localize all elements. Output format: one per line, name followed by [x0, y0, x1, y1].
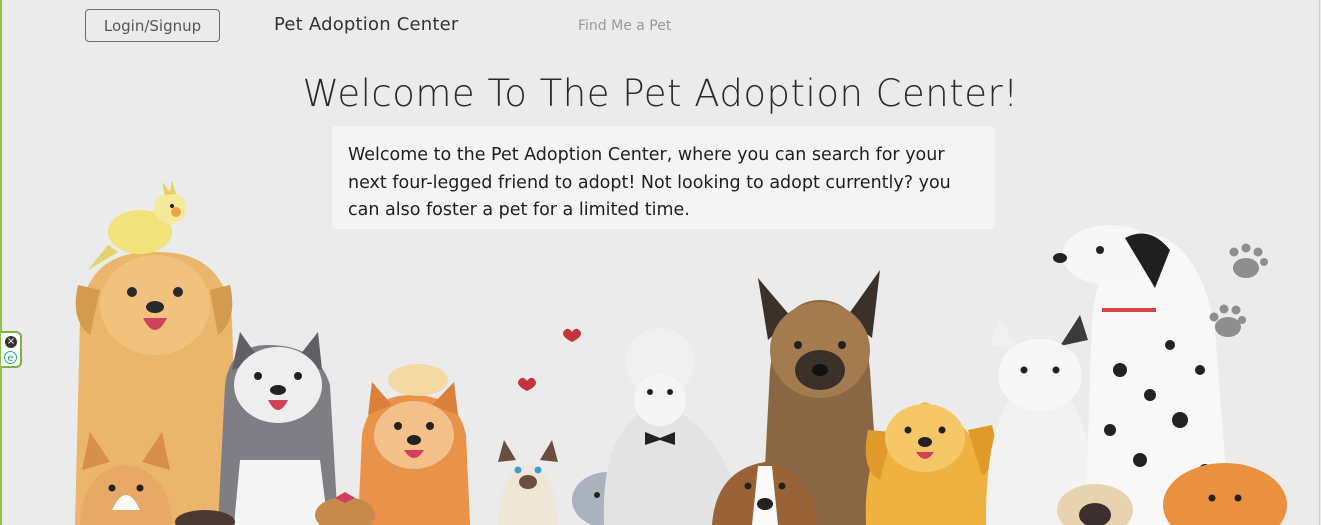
login-signup-button[interactable]: Login/Signup [85, 9, 220, 42]
siamese-cat-illustration [498, 440, 558, 525]
heart-icon [518, 377, 536, 391]
golden-puppy-illustration [865, 402, 998, 525]
intro-text: Welcome to the Pet Adoption Center, wher… [348, 145, 951, 220]
extension-e-icon[interactable]: e [4, 351, 17, 364]
find-me-a-pet-link[interactable]: Find Me a Pet [578, 18, 671, 34]
heart-icon [563, 328, 581, 342]
intro-text-box: Welcome to the Pet Adoption Center, wher… [332, 126, 995, 229]
husky-illustration [218, 332, 338, 525]
top-nav: Login/Signup Pet Adoption Center Find Me… [0, 0, 1321, 52]
close-icon[interactable]: × [5, 336, 17, 348]
page-title: Welcome To The Pet Adoption Center! [302, 72, 1019, 115]
shiba-illustration [358, 364, 470, 525]
browser-extension-widget[interactable]: × e [1, 331, 22, 368]
brand-title[interactable]: Pet Adoption Center [274, 14, 459, 35]
paw-print-icon [1229, 243, 1268, 278]
